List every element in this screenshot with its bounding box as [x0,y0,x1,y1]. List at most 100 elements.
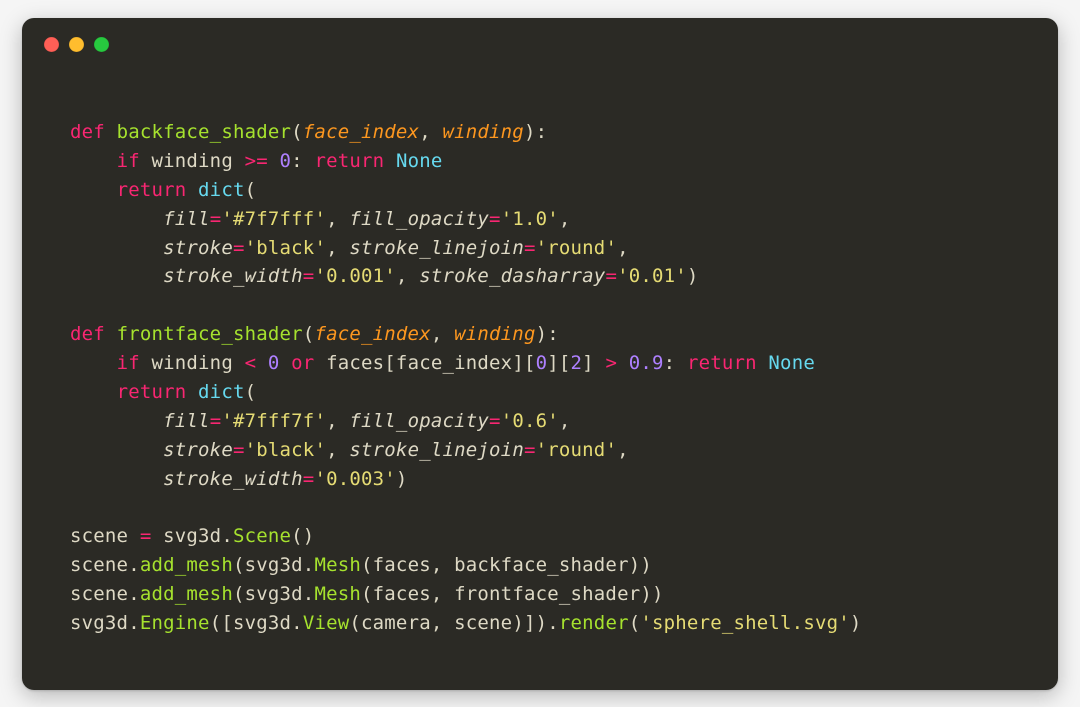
window-close-icon[interactable] [44,37,59,52]
window-minimize-icon[interactable] [69,37,84,52]
op-assign: = [303,265,315,287]
paren-open: ( [245,381,257,403]
call-engine: Engine [140,612,210,634]
string-stroke-width: '0.003' [314,468,395,490]
builtin-none: None [396,150,443,172]
indent [70,150,117,172]
args-mesh: (faces, backface_shader)) [361,554,652,576]
keyword-return: return [314,150,395,172]
indent [70,410,163,432]
indent [70,237,163,259]
expr-faces-index: faces[face_index][ [326,352,536,374]
kwarg-fill-opacity: fill_opacity [349,410,489,432]
op-ge: >= [245,150,268,172]
number-2: 2 [571,352,583,374]
comma: , [559,410,571,432]
ident-winding: winding [151,352,244,374]
paren-close: ) [396,468,408,490]
number-0: 0 [280,150,292,172]
string-stroke-linejoin: 'round' [536,237,617,259]
op-assign: = [303,468,315,490]
keyword-return: return [117,381,198,403]
string-fill-color: '#7f7fff' [221,208,326,230]
space [280,352,292,374]
func-name: backface_shader [117,121,292,143]
kwarg-stroke-dasharray: stroke_dasharray [419,265,605,287]
comma: , [559,208,571,230]
indent [70,468,163,490]
kwarg-stroke-width: stroke_width [163,468,303,490]
keyword-return: return [687,352,768,374]
comma: , [326,410,349,432]
indent [70,179,117,201]
builtin-none: None [768,352,815,374]
paren-close: ) [687,265,699,287]
paren-close-colon: ): [524,121,547,143]
paren-open: ( [291,121,303,143]
kwarg-stroke-width: stroke_width [163,265,303,287]
bracket-close: ] [582,352,605,374]
param-face-index: face_index [314,323,430,345]
code-block: def backface_shader(face_index, winding)… [22,70,1058,666]
indent [70,381,117,403]
call-add-mesh: add_mesh [140,554,233,576]
space [268,150,280,172]
op-assign: = [489,208,501,230]
args-add-mesh: (svg3d. [233,583,314,605]
string-stroke-linejoin: 'round' [536,439,617,461]
keyword-def: def [70,121,117,143]
args-mesh: (faces, frontface_shader)) [361,583,664,605]
call-view: View [303,612,350,634]
comma: , [419,121,442,143]
op-assign: = [233,237,245,259]
string-fill-color: '#7fff7f' [221,410,326,432]
comma: , [431,323,454,345]
paren-close: ) [850,612,862,634]
indent [70,208,163,230]
kwarg-fill-opacity: fill_opacity [349,208,489,230]
comma: , [326,237,349,259]
args-add-mesh: (svg3d. [233,554,314,576]
parens: () [291,525,314,547]
op-assign: = [210,410,222,432]
keyword-def: def [70,323,117,345]
kwarg-stroke-linejoin: stroke_linejoin [349,439,524,461]
builtin-dict: dict [198,381,245,403]
module-svg3d: svg3d. [70,612,140,634]
ident-scene-dot: scene. [70,554,140,576]
keyword-or: or [291,352,326,374]
kwarg-fill: fill [163,410,210,432]
paren-open: ( [245,179,257,201]
op-assign: = [524,439,536,461]
op-assign: = [524,237,536,259]
paren-open: ( [303,323,315,345]
comma: , [326,208,349,230]
colon: : [664,352,687,374]
op-assign: = [233,439,245,461]
string-output-file: 'sphere_shell.svg' [640,612,850,634]
keyword-if: if [117,150,152,172]
call-scene: Scene [233,525,291,547]
number-0: 0 [268,352,280,374]
window-titlebar [22,18,1058,70]
paren-close-colon: ): [536,323,559,345]
ident-scene: scene [70,525,140,547]
ident-winding: winding [151,150,244,172]
kwarg-stroke: stroke [163,439,233,461]
string-stroke-dasharray: '0.01' [617,265,687,287]
func-name: frontface_shader [117,323,303,345]
builtin-dict: dict [198,179,245,201]
kwarg-stroke: stroke [163,237,233,259]
window-zoom-icon[interactable] [94,37,109,52]
args-view: (camera, scene)]). [349,612,559,634]
call-add-mesh: add_mesh [140,583,233,605]
string-stroke: 'black' [245,237,326,259]
call-render: render [559,612,629,634]
op-assign: = [605,265,617,287]
args-engine: ([svg3d. [210,612,303,634]
op-assign: = [489,410,501,432]
op-lt: < [245,352,257,374]
call-mesh: Mesh [314,554,361,576]
space [617,352,629,374]
op-assign: = [210,208,222,230]
